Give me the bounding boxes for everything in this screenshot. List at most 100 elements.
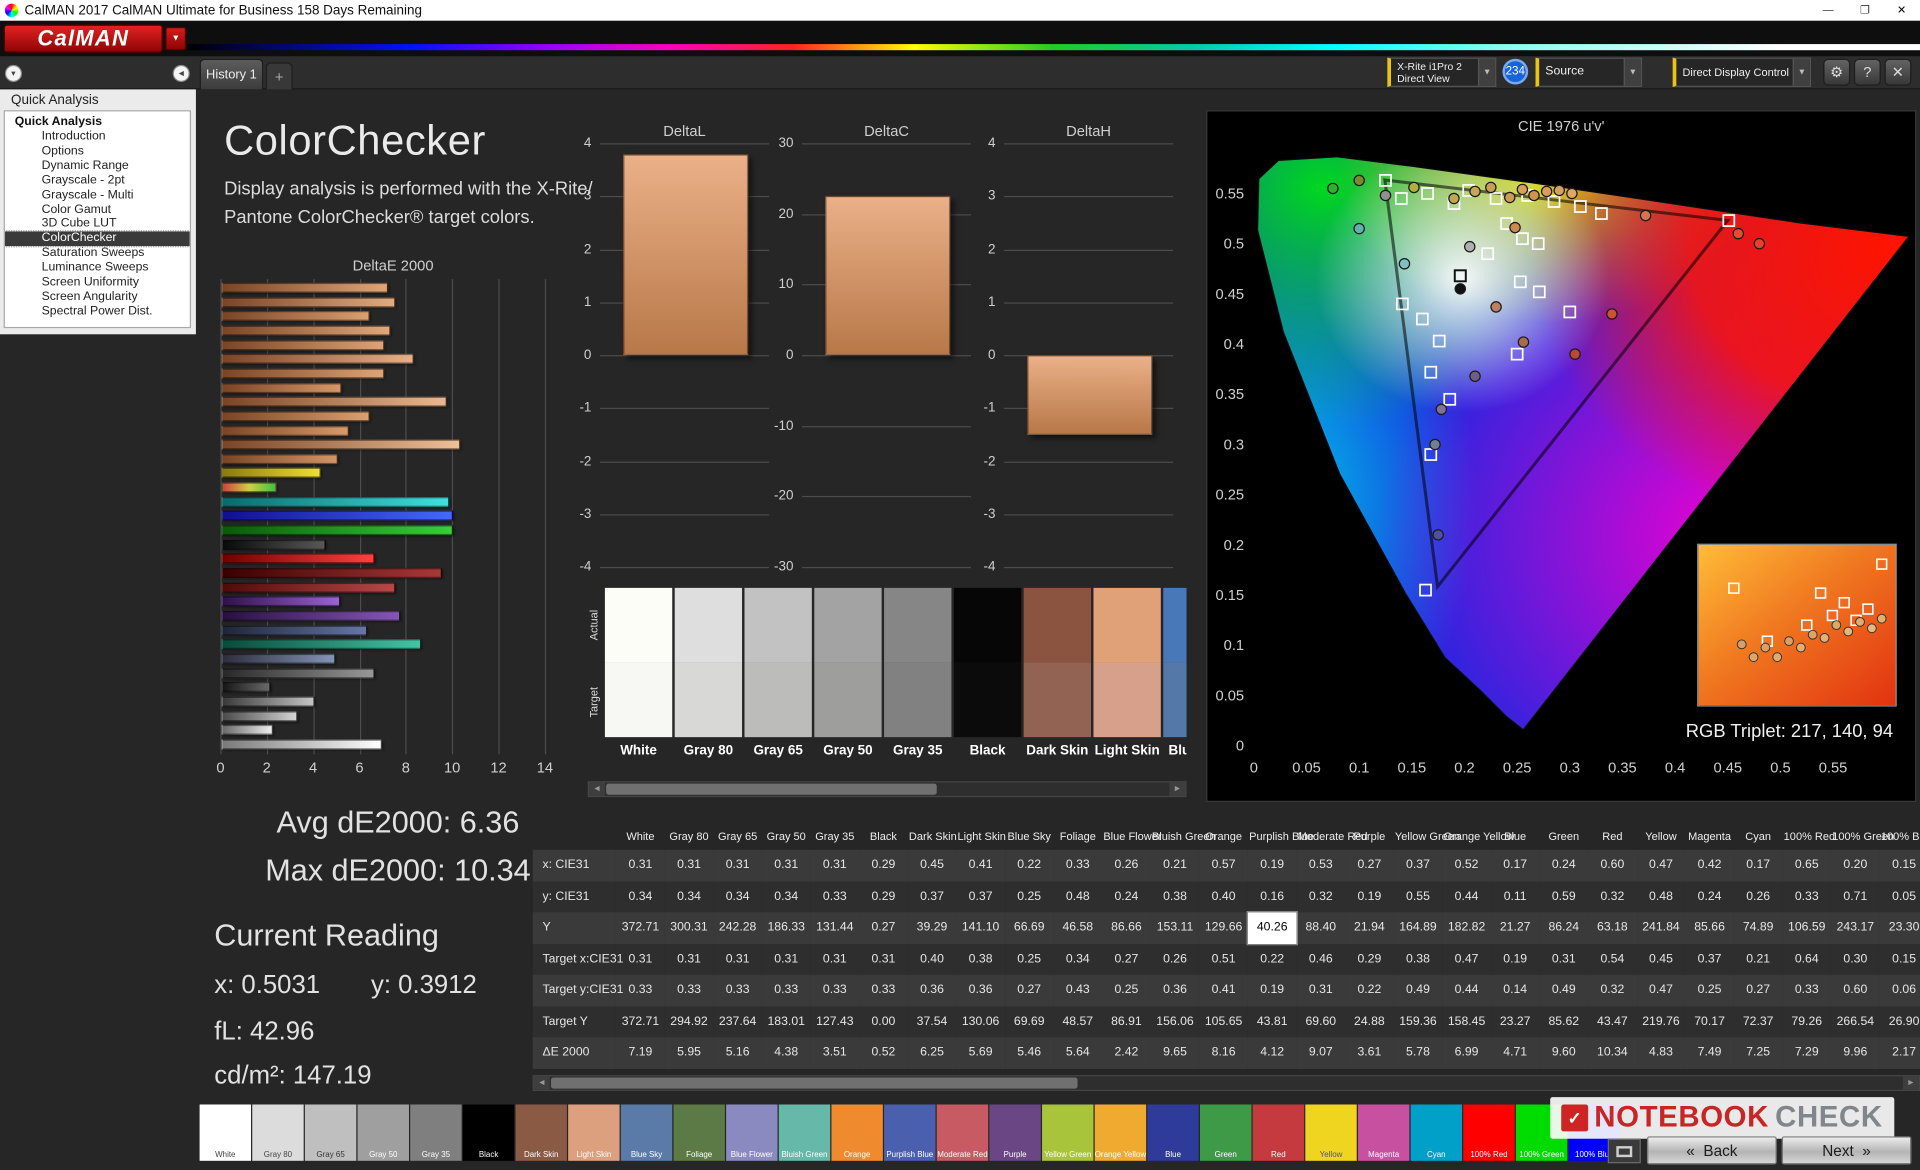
patch-red[interactable]: Red <box>1252 1104 1305 1161</box>
next-button[interactable]: Next » <box>1781 1136 1912 1165</box>
sidebar-item-grayscale-2pt[interactable]: Grayscale - 2pt <box>5 174 190 189</box>
table-cell[interactable]: 0.22 <box>1247 943 1297 975</box>
table-cell[interactable]: 5.64 <box>1053 1037 1103 1069</box>
table-cell[interactable]: 0.64 <box>1782 943 1832 975</box>
sidebar-item-screen-angularity[interactable]: Screen Angularity <box>5 290 190 305</box>
table-cell[interactable]: 0.36 <box>907 974 957 1006</box>
table-cell[interactable]: 4.83 <box>1636 1037 1686 1069</box>
table-cell[interactable]: 46.58 <box>1053 912 1103 944</box>
table-cell[interactable]: 79.26 <box>1782 1005 1832 1038</box>
tab-add[interactable]: + <box>265 62 293 90</box>
table-cell[interactable]: 0.31 <box>810 943 860 975</box>
table-cell[interactable]: 0.41 <box>956 849 1005 882</box>
patch-dark-skin[interactable]: Dark Skin <box>515 1104 567 1161</box>
table-cell[interactable]: 0.37 <box>1685 943 1734 975</box>
table-cell[interactable]: 0.19 <box>1490 943 1540 975</box>
table-cell[interactable]: 0.52 <box>1442 849 1491 882</box>
table-cell[interactable]: 0.15 <box>1879 943 1920 975</box>
table-cell[interactable]: 69.69 <box>1004 1005 1054 1038</box>
table-cell[interactable]: 153.11 <box>1150 912 1200 944</box>
table-cell[interactable]: 241.84 <box>1636 912 1686 944</box>
table-cell[interactable]: 0.42 <box>1685 849 1734 882</box>
scroll-left-arrow[interactable]: ◄ <box>533 1076 550 1090</box>
scrollbar-thumb[interactable] <box>551 1077 1078 1089</box>
table-cell[interactable]: 4.12 <box>1247 1037 1297 1069</box>
table-cell[interactable]: 7.25 <box>1733 1037 1783 1069</box>
table-cell[interactable]: 0.48 <box>1636 881 1686 913</box>
table-cell[interactable]: 0.22 <box>1004 849 1054 882</box>
table-cell[interactable]: 0.32 <box>1588 881 1637 913</box>
table-cell[interactable]: 0.37 <box>1393 849 1443 882</box>
table-cell[interactable]: 66.69 <box>1004 912 1054 944</box>
patch-yellow[interactable]: Yellow <box>1305 1104 1357 1161</box>
table-cell[interactable]: 0.36 <box>956 974 1005 1006</box>
table-cell[interactable]: 0.60 <box>1588 849 1637 882</box>
patch-gray-50[interactable]: Gray 50 <box>357 1104 409 1161</box>
sidebar-root-item[interactable]: Quick Analysis <box>5 111 190 129</box>
table-cell[interactable]: 2.17 <box>1879 1037 1920 1069</box>
table-cell[interactable]: 0.25 <box>1102 974 1151 1006</box>
table-cell[interactable]: 0.16 <box>1247 881 1297 913</box>
chevron-down-icon[interactable]: ▼ <box>1623 58 1641 86</box>
table-cell[interactable]: 0.31 <box>761 849 811 882</box>
table-cell[interactable]: 0.47 <box>1636 974 1686 1006</box>
table-cell[interactable]: 0.31 <box>616 849 665 882</box>
scroll-right-arrow[interactable]: ► <box>1169 782 1186 796</box>
exit-button[interactable]: ✕ <box>1884 58 1912 86</box>
patch-gray-80[interactable]: Gray 80 <box>252 1104 304 1161</box>
patch-purplish-blue[interactable]: Purplish Blue <box>884 1104 936 1161</box>
table-cell[interactable]: 21.27 <box>1490 912 1540 944</box>
table-cell[interactable]: 0.44 <box>1442 974 1491 1006</box>
table-cell[interactable]: 5.78 <box>1393 1037 1443 1069</box>
table-cell[interactable]: 7.19 <box>616 1037 665 1069</box>
table-cell[interactable]: 0.47 <box>1442 943 1491 975</box>
table-cell[interactable]: 0.37 <box>956 881 1005 913</box>
table-cell[interactable]: 0.25 <box>1004 943 1054 975</box>
table-cell[interactable]: 242.28 <box>713 912 762 944</box>
table-cell[interactable]: 0.14 <box>1490 974 1540 1006</box>
table-cell[interactable]: 0.49 <box>1539 974 1589 1006</box>
table-cell[interactable]: 0.05 <box>1879 881 1920 913</box>
table-cell[interactable]: 0.47 <box>1636 849 1686 882</box>
table-cell[interactable]: 0.34 <box>616 881 665 913</box>
table-cell[interactable]: 0.40 <box>1199 881 1248 913</box>
table-cell[interactable]: 9.96 <box>1831 1037 1880 1069</box>
table-cell[interactable]: 23.27 <box>1490 1005 1540 1038</box>
scroll-left-arrow[interactable]: ◄ <box>588 782 605 796</box>
table-cell[interactable]: 69.60 <box>1296 1005 1346 1038</box>
table-cell[interactable]: 72.37 <box>1733 1005 1783 1038</box>
table-cell[interactable]: 26.90 <box>1879 1005 1920 1038</box>
table-cell[interactable]: 0.20 <box>1831 849 1880 882</box>
sidebar-item-3d-cube-lut[interactable]: 3D Cube LUT <box>5 217 190 232</box>
sidebar-item-color-gamut[interactable]: Color Gamut <box>5 203 190 218</box>
table-cell[interactable]: 0.45 <box>907 849 957 882</box>
maximize-button[interactable]: ❐ <box>1847 0 1884 21</box>
table-cell[interactable]: 0.34 <box>713 881 762 913</box>
table-cell[interactable]: 0.29 <box>859 849 908 882</box>
table-cell[interactable]: 0.06 <box>1879 974 1920 1006</box>
table-cell[interactable]: 0.65 <box>1782 849 1832 882</box>
patch-moderate-red[interactable]: Moderate Red <box>936 1104 989 1161</box>
table-cell[interactable]: 3.51 <box>810 1037 860 1069</box>
table-cell[interactable]: 156.06 <box>1150 1005 1200 1038</box>
table-cell[interactable]: 0.26 <box>1733 881 1783 913</box>
table-cell[interactable]: 186.33 <box>761 912 811 944</box>
scrollbar-thumb[interactable] <box>606 783 937 795</box>
table-cell[interactable]: 127.43 <box>810 1005 860 1038</box>
table-cell[interactable]: 158.45 <box>1442 1005 1491 1038</box>
table-cell[interactable]: 0.11 <box>1490 881 1540 913</box>
table-cell[interactable]: 43.47 <box>1588 1005 1637 1038</box>
table-cell[interactable]: 0.38 <box>1150 881 1200 913</box>
swatch-row-scrollbar[interactable]: ◄ ► <box>587 781 1187 798</box>
patch-orange-yellow[interactable]: Orange Yellow <box>1094 1104 1147 1161</box>
table-cell[interactable]: 88.40 <box>1296 912 1346 944</box>
table-cell[interactable]: 0.46 <box>1296 943 1346 975</box>
tab-history-1[interactable]: History 1 <box>199 58 264 90</box>
table-scrollbar[interactable]: ◄ ► <box>532 1075 1920 1092</box>
table-cell[interactable]: 5.16 <box>713 1037 762 1069</box>
table-cell[interactable]: 129.66 <box>1199 912 1248 944</box>
table-cell[interactable]: 0.21 <box>1150 849 1200 882</box>
table-cell[interactable]: 48.57 <box>1053 1005 1103 1038</box>
table-cell[interactable]: 0.33 <box>713 974 762 1006</box>
patch-bluish-green[interactable]: Bluish Green <box>778 1104 831 1161</box>
